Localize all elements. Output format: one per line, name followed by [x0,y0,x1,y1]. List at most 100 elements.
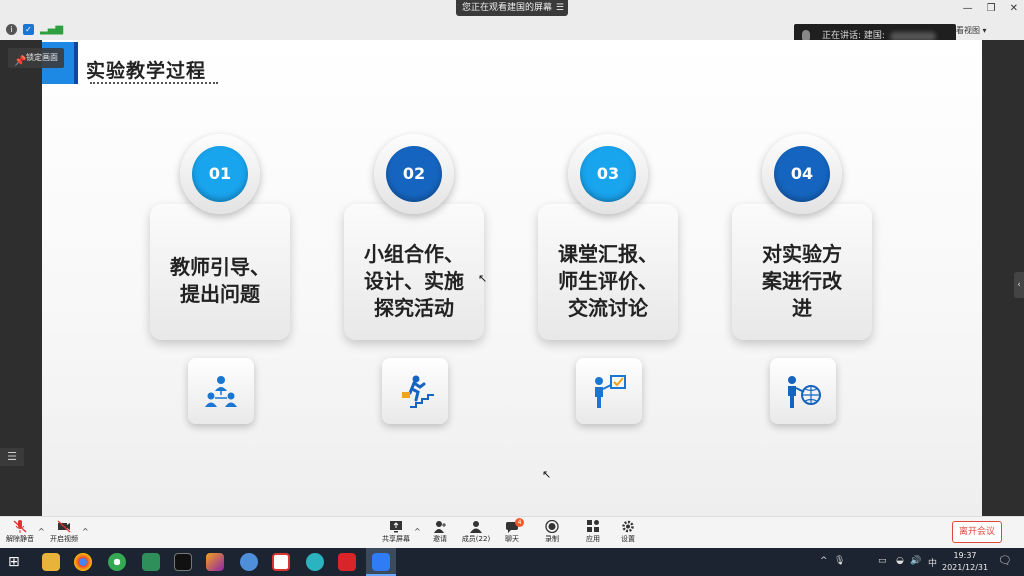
share-screen-icon [390,521,402,533]
step-number-badge: 03 [568,134,648,214]
shared-slide: 实验教学过程 01 教师引导、 提出问题 02 小组合作、 设计、实施 探究活动… [42,40,982,516]
chat-unread-badge: 4 [515,518,524,527]
step-column-4: 04 对实验方 案进行改 进 [732,134,872,434]
view-switch-label: 看视图 [956,26,980,35]
battery-icon[interactable]: ▭ [878,556,887,566]
record-button[interactable]: 录制 [532,520,572,548]
chrome-icon[interactable] [74,553,92,571]
invite-button[interactable]: 邀请 [420,520,460,548]
step-column-3: 03 课堂汇报、 师生评价、 交流讨论 [538,134,678,434]
image-viewer-icon[interactable] [206,553,224,571]
volume-icon[interactable]: 🔊 [910,556,921,566]
step-card: 对实验方 案进行改 进 [732,204,872,340]
tencent-meeting-taskbar-button[interactable] [366,548,396,576]
step-number-badge: 02 [374,134,454,214]
tray-arrow-icon[interactable]: ^ [820,556,828,566]
windows-taskbar: ⊞ ^ 🎙 ▭ ◒ 🔊 中 19:37 2021/12/31 🗨 [0,548,1024,576]
step-text: 课堂汇报、 师生评价、 交流讨论 [558,241,658,320]
step-card: 小组合作、 设计、实施 探究活动 [344,204,484,340]
app-icon-blue[interactable] [240,553,258,571]
share-screen-label: 共享屏幕 [382,535,410,543]
step-number: 02 [386,146,442,202]
viewing-screen-banner[interactable]: 您正在观看建国的屏幕 ☰ [456,0,568,16]
notification-icon[interactable]: 🗨 [998,554,1012,567]
step-text: 对实验方 案进行改 进 [762,241,842,320]
meeting-toolbar: 解除静音 ^ 开启视频 ^ 共享屏幕 ^ 邀请 成员(22) 4 聊天 录制 应… [0,516,1024,548]
step-number-badge: 04 [762,134,842,214]
start-video-label: 开启视频 [50,535,78,543]
system-clock[interactable]: 19:37 2021/12/31 [942,550,988,574]
leave-meeting-button[interactable]: 离开会议 [952,521,1002,543]
record-icon [545,520,559,533]
mouse-cursor: ↖ [542,468,552,481]
team-hierarchy-icon [188,358,254,424]
presenter-check-icon [576,358,642,424]
step-card: 课堂汇报、 师生评价、 交流讨论 [538,204,678,340]
info-icon[interactable]: i [6,24,17,35]
step-number: 04 [774,146,830,202]
viewing-banner-text: 您正在观看建国的屏幕 [462,3,553,13]
file-explorer-icon[interactable] [42,553,60,571]
wps-icon[interactable] [272,553,290,571]
gear-icon [622,520,634,533]
chat-button[interactable]: 4 聊天 [492,518,532,548]
step-card: 教师引导、 提出问题 [150,204,290,340]
participants-button[interactable]: 成员(22) [456,520,496,548]
signal-icon[interactable]: ▂▄▆ [40,24,63,35]
minimize-icon[interactable]: — [963,3,973,14]
step-column-1: 01 教师引导、 提出问题 [150,134,290,434]
step-text: 小组合作、 设计、实施 探究活动 [364,241,464,320]
settings-label: 设置 [621,535,635,543]
invite-label: 邀请 [433,535,447,543]
network-icon[interactable]: ◒ [896,556,904,566]
start-video-button[interactable]: 开启视频 [44,520,84,548]
step-text: 教师引导、 提出问题 [170,255,270,306]
browser-icon[interactable] [108,553,126,571]
chat-label: 聊天 [505,535,519,543]
window-controls: — ❐ ✕ [963,3,1018,14]
pin-screen-button[interactable]: 📌 锁定画面 [8,48,64,68]
app-icon-green[interactable] [142,553,160,571]
add-user-icon [434,521,446,533]
step-number: 03 [580,146,636,202]
apps-label: 应用 [586,535,600,543]
shield-icon[interactable]: ✓ [23,24,34,35]
chevron-down-icon: ▾ [982,26,987,35]
video-off-icon [57,520,71,533]
chevron-left-icon[interactable]: ‹ [1014,272,1024,298]
view-switch-button[interactable]: 看视图 ▾ [956,24,998,38]
settings-button[interactable]: 设置 [608,520,648,548]
ime-indicator[interactable]: 中 [928,556,937,569]
title-underline [90,82,218,84]
status-icons: i ✓ ▂▄▆ [6,24,63,35]
record-label: 录制 [545,535,559,543]
participants-label: 成员(22) [461,535,491,543]
pin-label: 锁定画面 [26,53,58,62]
unmute-button[interactable]: 解除静音 [0,520,40,548]
pin-icon: 📌 [14,56,27,67]
windows-start-icon[interactable]: ⊞ [8,553,26,571]
clock-date: 2021/12/31 [942,563,989,572]
banner-menu-icon[interactable]: ☰ [556,0,564,16]
list-toggle-icon[interactable]: ☰ [0,448,24,466]
unmute-label: 解除静音 [6,535,34,543]
capcut-icon[interactable] [174,553,192,571]
close-icon[interactable]: ✕ [1010,3,1018,14]
step-number-badge: 01 [180,134,260,214]
left-gutter [0,40,42,516]
remote-cursor: ↖ [478,272,488,285]
participants-icon [470,521,482,533]
tray-mic-icon[interactable]: 🎙 [834,556,845,566]
apps-button[interactable]: 应用 [573,520,613,548]
video-options-caret[interactable]: ^ [82,527,89,536]
step-number: 01 [192,146,248,202]
app-icon-teal[interactable] [306,553,324,571]
step-column-2: 02 小组合作、 设计、实施 探究活动 [344,134,484,434]
mic-muted-icon [13,520,27,533]
share-screen-button[interactable]: 共享屏幕 [376,520,416,548]
restore-icon[interactable]: ❐ [987,3,996,14]
slide-title: 实验教学过程 [86,60,207,82]
screen: i ✓ ▂▄▆ — ❐ ✕ 您正在观看建国的屏幕 ☰ 正在讲话: 建国: 看视图… [0,0,1024,576]
presenter-globe-icon [770,358,836,424]
app-icon-red[interactable] [338,553,356,571]
